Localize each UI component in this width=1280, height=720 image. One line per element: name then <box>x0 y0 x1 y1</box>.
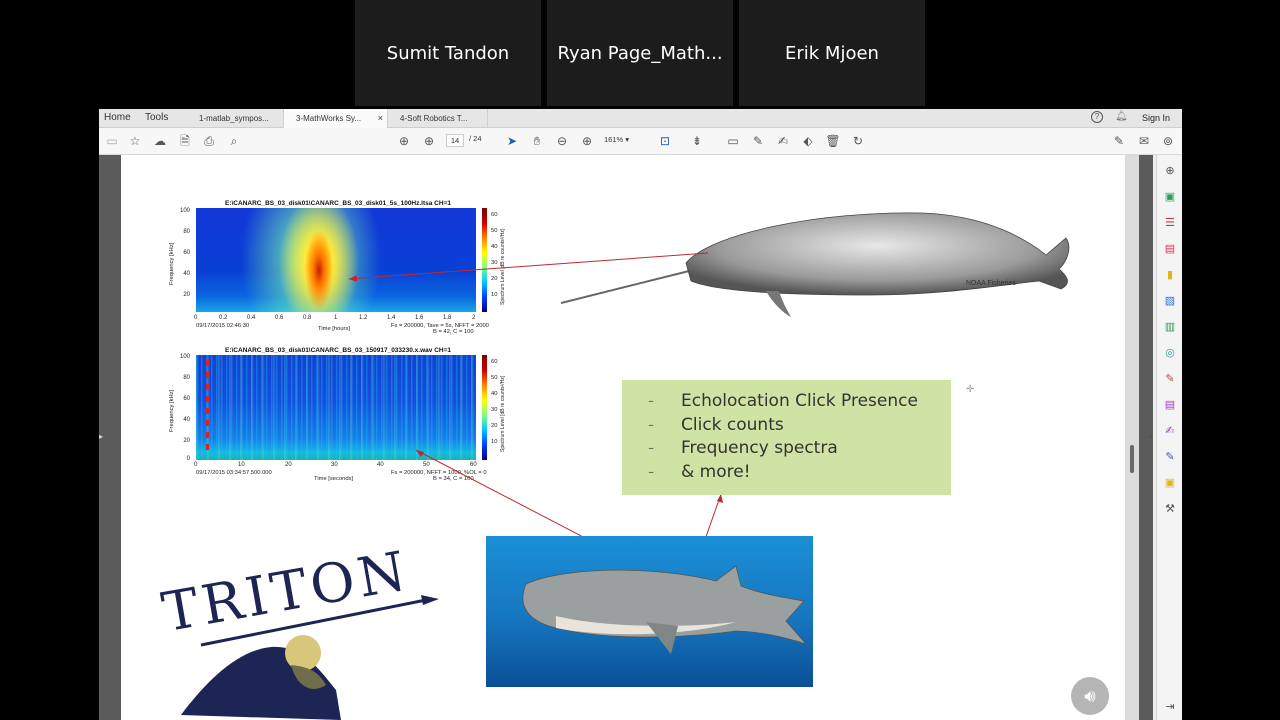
speaker-icon[interactable]: 🔊︎ <box>1071 677 1109 715</box>
hand-tool-icon[interactable]: ✋︎ <box>529 133 545 149</box>
document-icon[interactable]: 🗎︎ <box>177 133 193 149</box>
toolbar: ▭ ☆ ☁ 🗎︎ ⎙ ⌕ ⊕ ⊕ 14 / 24 ➤ ✋︎ ⊖ ⊕ 161% ▾… <box>99 128 1182 155</box>
bullet-dash: - <box>648 391 655 411</box>
tab-document[interactable]: 4-Soft Robotics T... <box>388 109 488 128</box>
tab-label: 3-MathWorks Sy... <box>296 114 362 123</box>
features-callout: - Echolocation Click Presence - Click co… <box>622 380 951 495</box>
shark-illustration <box>522 565 808 654</box>
bullet-text: Click counts <box>681 415 784 435</box>
scan-icon[interactable]: ◎ <box>1163 346 1177 360</box>
delete-icon[interactable]: 🗑︎ <box>825 133 841 149</box>
certificate-icon[interactable]: ✎ <box>1163 450 1177 464</box>
menu-home[interactable]: Home <box>104 112 131 123</box>
scroll-mode-icon[interactable]: ⇟ <box>689 133 705 149</box>
upload-cloud-icon[interactable]: ☁ <box>152 133 168 149</box>
more-tools-icon[interactable]: ⚒ <box>1163 502 1177 516</box>
next-page-icon[interactable]: ⊕ <box>421 133 437 149</box>
bullet-text: Frequency spectra <box>681 438 838 458</box>
bullet-text: & more! <box>681 462 751 482</box>
participant-tile[interactable]: Erik Mjoen <box>739 0 925 106</box>
print-icon[interactable]: ⎙ <box>201 133 217 149</box>
pen-icon[interactable]: ✎ <box>750 133 766 149</box>
select-cursor-icon[interactable]: ➤ <box>504 133 520 149</box>
tab-bar: Home Tools 1-matlab_sympos... 3-MathWork… <box>99 109 1182 128</box>
sign-icon[interactable]: ✎ <box>1163 372 1177 386</box>
help-icon[interactable]: ? <box>1091 111 1103 123</box>
participant-name: Sumit Tandon <box>386 42 510 64</box>
organize-pages-icon[interactable]: ☰ <box>1163 216 1177 230</box>
left-panel-toggle-icon[interactable]: ▸ <box>99 432 103 441</box>
zoom-value: 161% <box>604 135 624 144</box>
vertical-scrollbar[interactable] <box>1125 155 1139 720</box>
rotate-icon[interactable]: ↻ <box>850 133 866 149</box>
comment-tool-icon[interactable]: ▮ <box>1163 268 1177 282</box>
search-icon[interactable]: ⌕ <box>226 133 242 149</box>
close-tab-button[interactable]: × <box>378 113 383 123</box>
bullet-text: Echolocation Click Presence <box>681 391 918 411</box>
bell-icon[interactable]: 🔔︎ <box>1115 111 1128 122</box>
participant-tile[interactable]: Ryan Page_Math... <box>547 0 733 106</box>
participant-name: Erik Mjoen <box>785 42 879 64</box>
share-icon[interactable]: ⊚ <box>1160 133 1176 149</box>
edit-pdf-icon[interactable]: ▥ <box>1163 320 1177 334</box>
bullet-dash: - <box>648 415 655 435</box>
participant-name: Ryan Page_Math... <box>557 42 723 64</box>
comment-icon[interactable]: ▭ <box>725 133 741 149</box>
fill-sign-icon[interactable]: ✎ <box>1111 133 1127 149</box>
sign-in-link[interactable]: Sign In <box>1142 113 1170 123</box>
fit-page-icon[interactable]: ⊡ <box>657 133 673 149</box>
previous-page-icon[interactable]: ⊕ <box>396 133 412 149</box>
shark-photo <box>486 536 813 687</box>
bullet-dash: - <box>648 462 655 482</box>
zoom-tool-icon[interactable]: ⊕ <box>1163 164 1177 178</box>
expand-panel-icon[interactable]: ◂ <box>1148 432 1152 441</box>
zoom-level-select[interactable]: 161% ▾ <box>604 134 644 147</box>
page-total: / 24 <box>469 134 482 143</box>
mail-icon[interactable]: ✉ <box>1136 133 1152 149</box>
zoom-out-icon[interactable]: ⊖ <box>554 133 570 149</box>
collapse-panel-icon[interactable]: ⇥ <box>1163 700 1177 714</box>
fill-form-icon[interactable]: ▤ <box>1163 398 1177 412</box>
scrollbar-thumb[interactable] <box>1130 445 1134 473</box>
tab-document-active[interactable]: 3-MathWorks Sy... × <box>284 109 388 128</box>
create-pdf-icon[interactable]: ▤ <box>1163 242 1177 256</box>
save-icon[interactable]: ▭ <box>104 133 120 149</box>
pdf-reader-window: Home Tools 1-matlab_sympos... 3-MathWork… <box>99 109 1182 720</box>
participant-tile[interactable]: Sumit Tandon <box>355 0 541 106</box>
document-viewer[interactable]: E:\CANARC_BS_03_disk01\CANARC_BS_03_disk… <box>99 155 1153 720</box>
highlight-icon[interactable]: ✍︎ <box>775 133 791 149</box>
tab-label: 4-Soft Robotics T... <box>400 114 468 123</box>
protect-icon[interactable]: ▣ <box>1163 476 1177 490</box>
star-icon[interactable]: ☆ <box>127 133 143 149</box>
bullet-dash: - <box>648 438 655 458</box>
crosshair-cursor-icon: ✛ <box>966 384 975 395</box>
page-number-input[interactable]: 14 <box>446 134 464 147</box>
tab-label: 1-matlab_sympos... <box>199 114 269 123</box>
send-signature-icon[interactable]: ✍︎ <box>1163 424 1177 438</box>
export-pdf-icon[interactable]: ▣ <box>1163 190 1177 204</box>
combine-files-icon[interactable]: ▧ <box>1163 294 1177 308</box>
tab-document[interactable]: 1-matlab_sympos... <box>187 109 284 128</box>
tools-panel: ⊕ ▣ ☰ ▤ ▮ ▧ ▥ ◎ ✎ ▤ ✍︎ ✎ ▣ ⚒ ⇥ <box>1156 155 1182 720</box>
menu-tools[interactable]: Tools <box>145 112 168 123</box>
pdf-page: E:\CANARC_BS_03_disk01\CANARC_BS_03_disk… <box>121 155 1125 720</box>
stamp-icon[interactable]: ⬖ <box>800 133 816 149</box>
zoom-in-icon[interactable]: ⊕ <box>579 133 595 149</box>
